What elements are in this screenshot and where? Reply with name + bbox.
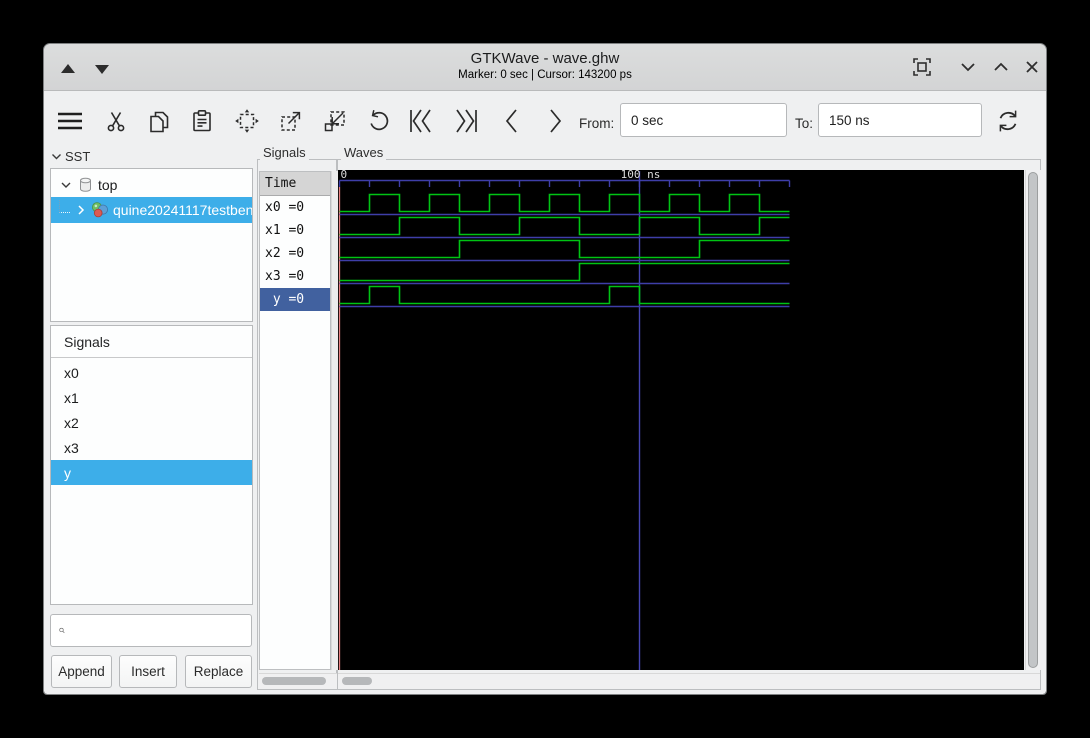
signal-search[interactable] xyxy=(50,614,252,647)
tree-item-label: top xyxy=(98,176,118,193)
waves-frame-label: Waves xyxy=(341,145,387,160)
scrollbar-thumb[interactable] xyxy=(342,677,372,685)
signal-list-item-y[interactable]: y xyxy=(51,460,252,485)
titlebar[interactable]: GTKWave - wave.ghw Marker: 0 sec | Curso… xyxy=(44,44,1046,91)
from-label: From: xyxy=(579,116,615,131)
screen: { "window": { "title": "GTKWave - wave.g… xyxy=(0,0,1090,738)
wave-canvas[interactable]: 0 100 ns xyxy=(338,170,1024,670)
maximize-icon[interactable] xyxy=(989,55,1013,79)
append-button[interactable]: Append xyxy=(51,655,112,688)
database-cylinder-icon xyxy=(80,177,91,192)
cut-icon[interactable] xyxy=(98,105,134,137)
to-label: To: xyxy=(795,116,814,131)
zoom-out-icon[interactable] xyxy=(317,105,353,137)
undo-icon[interactable] xyxy=(360,105,396,137)
reload-icon[interactable] xyxy=(990,105,1026,137)
insert-button[interactable]: Insert xyxy=(119,655,177,688)
to-start-icon[interactable] xyxy=(404,105,440,137)
menu-icon[interactable] xyxy=(52,105,88,137)
toolbar: From: To: xyxy=(44,91,1046,148)
step-right-icon[interactable] xyxy=(537,105,573,137)
wave-name-row[interactable]: y =0 xyxy=(260,288,330,311)
zoom-in-icon[interactable] xyxy=(273,105,309,137)
waves-horizontal-scrollbar[interactable] xyxy=(338,673,1040,689)
tree-branch-line xyxy=(59,199,70,213)
search-icon xyxy=(59,627,65,634)
close-icon[interactable] xyxy=(1020,55,1044,79)
svg-text:0: 0 xyxy=(341,170,348,181)
signals-frame-label: Signals xyxy=(260,145,309,160)
sst-expander[interactable]: SST xyxy=(51,149,90,164)
window-title: GTKWave - wave.ghw xyxy=(470,50,620,67)
fullscreen-icon[interactable] xyxy=(910,55,934,79)
wave-names-panel: Time x0 =0 x1 =0 x2 =0 x3 =0 y =0 xyxy=(259,171,331,670)
tree-item-top[interactable]: top xyxy=(51,172,252,197)
wave-name-row[interactable]: x0 =0 xyxy=(260,196,330,219)
to-end-icon[interactable] xyxy=(447,105,483,137)
replace-button[interactable]: Replace xyxy=(185,655,252,688)
to-input[interactable] xyxy=(818,103,982,137)
signal-list-item-x2[interactable]: x2 xyxy=(51,410,252,435)
scrollbar-thumb[interactable] xyxy=(1028,172,1038,668)
chevron-right-icon xyxy=(78,205,85,215)
signal-list-item-x3[interactable]: x3 xyxy=(51,435,252,460)
tree-item-label: quine20241117testbench xyxy=(113,202,252,218)
signals-list-header: Signals xyxy=(51,326,252,358)
wave-name-list: x0 =0 x1 =0 x2 =0 x3 =0 y =0 xyxy=(260,196,330,311)
scrollbar-thumb[interactable] xyxy=(262,677,326,685)
sst-tree: top quine20241117testbench xyxy=(50,168,253,322)
chevron-down-icon xyxy=(52,154,61,160)
gtkwave-window: GTKWave - wave.ghw Marker: 0 sec | Curso… xyxy=(43,43,1047,695)
zoom-fit-icon[interactable] xyxy=(229,105,265,137)
names-horizontal-scrollbar[interactable] xyxy=(259,673,337,689)
sst-expander-label: SST xyxy=(65,149,91,164)
minimize-icon[interactable] xyxy=(956,55,980,79)
names-vertical-scrollbar[interactable] xyxy=(331,171,338,670)
tree-item-testbench[interactable]: quine20241117testbench xyxy=(51,197,252,223)
step-left-icon[interactable] xyxy=(494,105,530,137)
signals-list: x0 x1 x2 x3 y xyxy=(51,358,252,485)
wave-name-row[interactable]: x1 =0 xyxy=(260,219,330,242)
time-header: Time xyxy=(260,172,330,196)
paste-icon[interactable] xyxy=(184,105,220,137)
marker-cursor-status: Marker: 0 sec | Cursor: 143200 ps xyxy=(458,69,632,81)
wave-name-row[interactable]: x3 =0 xyxy=(260,265,330,288)
signal-list-item-x0[interactable]: x0 xyxy=(51,360,252,385)
component-spheres-icon xyxy=(92,202,108,218)
waveform-plot: 0 100 ns xyxy=(338,170,791,670)
from-input[interactable] xyxy=(620,103,787,137)
signal-list-item-x1[interactable]: x1 xyxy=(51,385,252,410)
search-input[interactable] xyxy=(71,622,251,639)
signals-list-panel: Signals x0 x1 x2 x3 y xyxy=(50,325,253,605)
wave-name-row[interactable]: x2 =0 xyxy=(260,242,330,265)
waves-vertical-scrollbar[interactable] xyxy=(1025,170,1041,670)
copy-icon[interactable] xyxy=(141,105,177,137)
chevron-down-icon xyxy=(61,182,71,188)
svg-text:100 ns: 100 ns xyxy=(621,170,661,181)
